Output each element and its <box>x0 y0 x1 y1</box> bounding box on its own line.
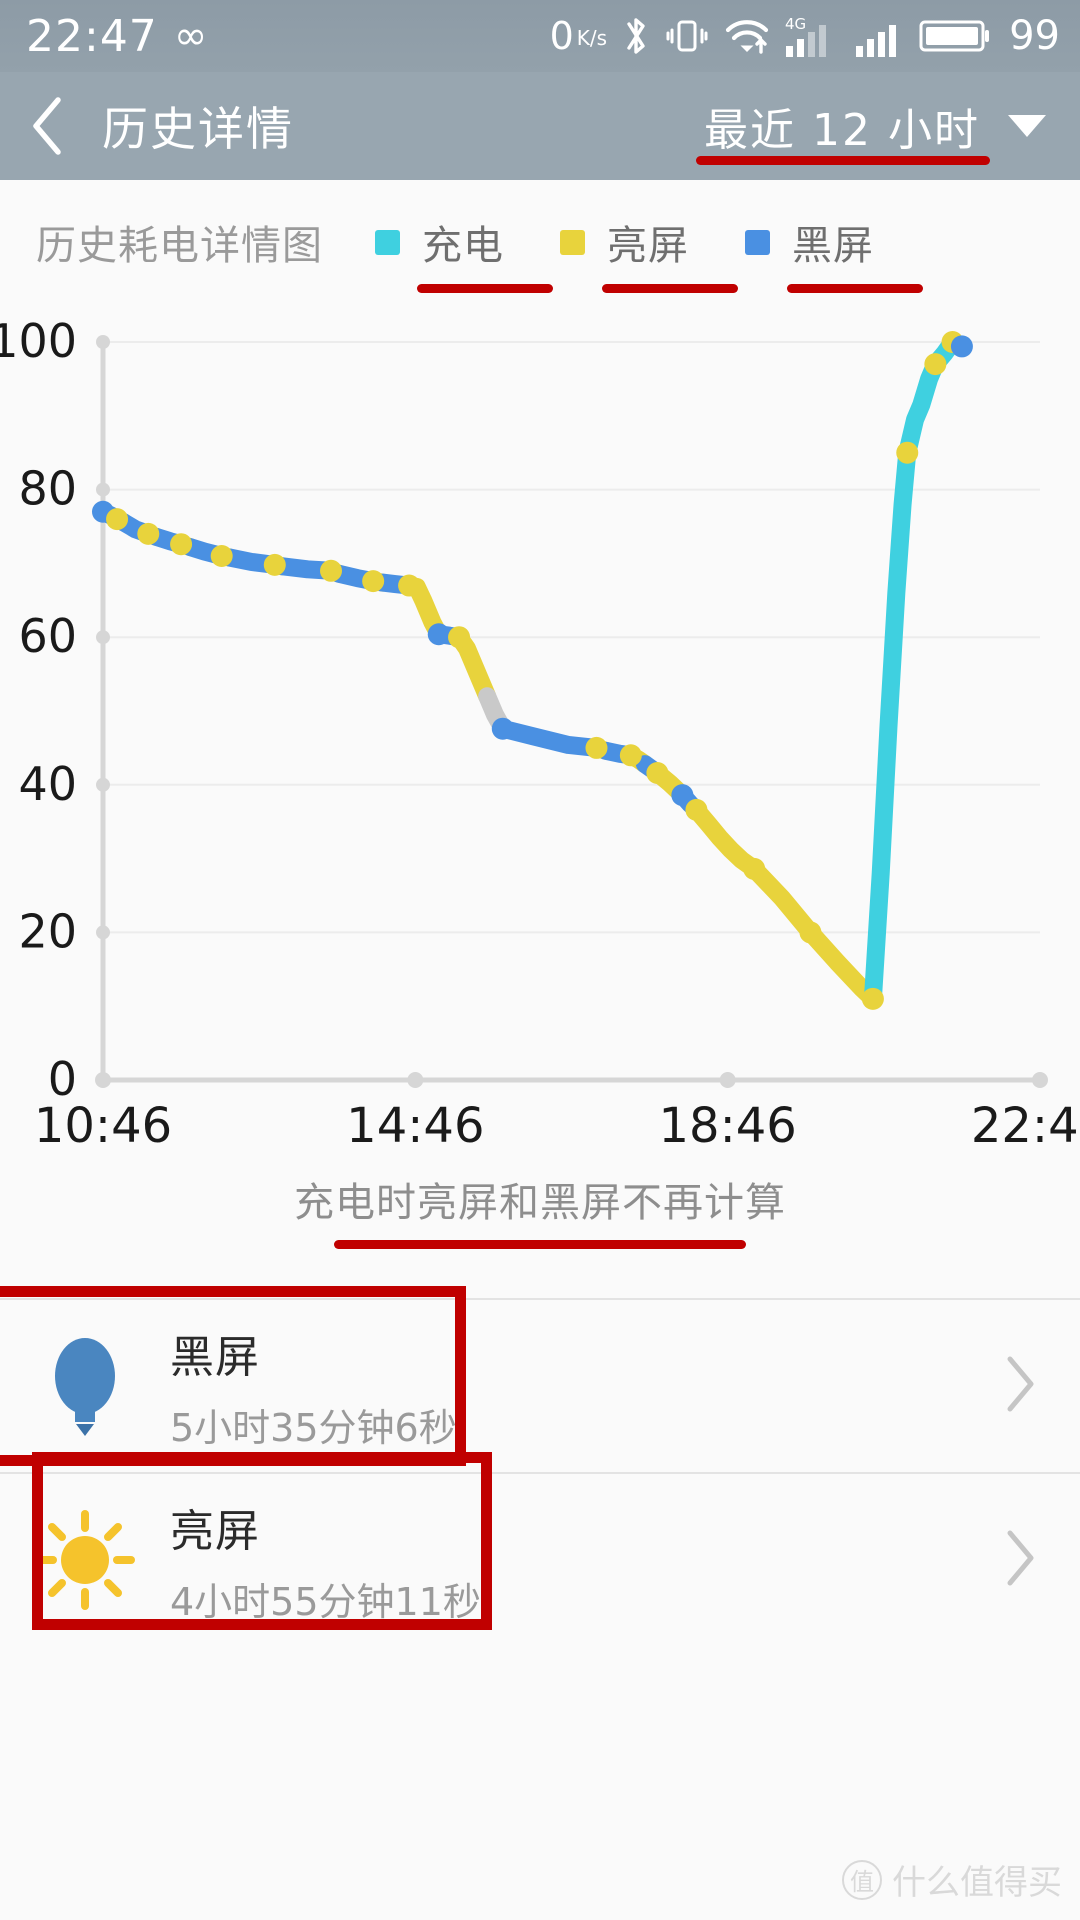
legend-item-charging[interactable]: 充电 <box>375 213 553 293</box>
annotation-underline-charging <box>417 284 553 293</box>
y-axis-tick-label: 80 <box>18 462 77 516</box>
legend-label-screen-off: 黑屏 <box>792 223 874 269</box>
legend-swatch-charging <box>375 229 400 255</box>
chevron-right-icon[interactable] <box>1004 1528 1038 1592</box>
x-axis-tick-label: 10:46 <box>34 1098 172 1154</box>
y-axis-tick-label: 40 <box>18 757 77 811</box>
battery-icon <box>919 16 991 56</box>
x-axis-tick-label: 18:46 <box>659 1098 797 1154</box>
chart-legend: 充电 亮屏 黑屏 <box>375 213 923 293</box>
chart-canvas: 02040608010010:4614:4618:4622:46 <box>0 314 1080 1154</box>
chart-data-point <box>950 335 973 358</box>
x-axis-tick-dot <box>1032 1072 1048 1088</box>
network-speed-indicator: 0 K/s <box>550 14 607 58</box>
battery-history-chart[interactable]: 02040608010010:4614:4618:4622:46 <box>0 300 1080 1160</box>
chart-data-point <box>210 545 233 568</box>
legend-label-screen-on: 亮屏 <box>607 223 689 269</box>
time-range-selector[interactable]: 最近 12 小时 <box>696 94 1046 165</box>
chart-data-point <box>861 987 884 1010</box>
annotation-underline-footnote <box>334 1240 746 1249</box>
wifi-icon <box>723 14 771 58</box>
x-axis-tick-dot <box>407 1072 424 1088</box>
chart-data-point <box>263 553 286 576</box>
chart-data-point <box>448 626 471 649</box>
status-bar-clock: 22:47 <box>26 10 158 62</box>
chart-data-point <box>924 353 947 376</box>
signal-4g-icon: 4G <box>785 13 841 59</box>
chart-data-point <box>896 441 919 464</box>
infinity-icon: ∞ <box>173 13 208 59</box>
watermark-badge: 值 <box>842 1859 882 1900</box>
watermark: 值 什么值得买 <box>842 1855 1062 1904</box>
chart-data-point <box>685 798 708 821</box>
x-axis-tick-label: 14:46 <box>346 1098 484 1154</box>
page-title: 历史详情 <box>102 102 294 156</box>
y-axis-tick-label: 20 <box>18 904 77 958</box>
legend-swatch-screen-off <box>745 229 770 255</box>
annotation-underline-screen-off <box>787 284 923 293</box>
network-speed-unit: K/s <box>576 26 608 50</box>
chevron-right-icon[interactable] <box>1004 1354 1038 1418</box>
chart-data-point <box>398 574 421 597</box>
chevron-down-icon <box>1008 115 1046 137</box>
legend-swatch-screen-on <box>560 229 585 255</box>
legend-label-charging: 充电 <box>422 223 504 269</box>
chart-title: 历史耗电详情图 <box>36 223 323 269</box>
chart-data-point <box>362 570 385 593</box>
annotation-underline-screen-on <box>602 284 738 293</box>
x-axis-tick-dot <box>95 1072 111 1088</box>
y-axis-tick-label: 100 <box>0 314 77 368</box>
chart-data-point <box>106 508 129 531</box>
x-axis-tick-label: 22:46 <box>971 1098 1080 1154</box>
chart-segment-黑屏 <box>493 719 606 757</box>
chart-data-point <box>585 736 608 759</box>
chart-data-point <box>170 533 193 556</box>
chart-data-point <box>799 921 822 944</box>
chart-footnote-text: 充电时亮屏和黑屏不再计算 <box>294 1180 786 1226</box>
chart-data-point <box>320 559 343 582</box>
chart-data-point <box>137 522 160 545</box>
chart-data-point <box>427 623 450 646</box>
x-axis-tick-dot <box>719 1072 736 1088</box>
y-axis-tick-label: 60 <box>18 609 77 663</box>
annotation-underline-range <box>696 156 991 165</box>
chart-data-point <box>743 857 766 880</box>
legend-item-screen-off[interactable]: 黑屏 <box>745 213 923 293</box>
signal-bars-icon <box>855 13 905 59</box>
chart-footnote: 充电时亮屏和黑屏不再计算 <box>0 1170 1080 1249</box>
app-bar: 历史详情 最近 12 小时 <box>0 72 1080 180</box>
back-button[interactable] <box>0 72 96 180</box>
annotation-box-screen-on <box>32 1452 492 1630</box>
chart-segment-亮屏 <box>687 800 764 878</box>
status-bar: 22:47 ∞ 0 K/s 4G 99 <box>0 0 1080 72</box>
chart-header: 历史耗电详情图 充电 亮屏 黑屏 <box>0 180 1080 304</box>
chart-data-point <box>646 761 669 784</box>
network-speed-value: 0 <box>549 14 574 58</box>
battery-percentage: 99 <box>1009 13 1060 59</box>
time-range-label: 最近 12 小时 <box>704 105 980 156</box>
watermark-text: 什么值得买 <box>892 1863 1062 1903</box>
chart-segment-充电 <box>863 443 917 1008</box>
history-detail-screen: 22:47 ∞ 0 K/s 4G 99 历史详情 最近 12 小时 历史耗电详情… <box>0 0 1080 1920</box>
vibrate-icon <box>665 14 709 58</box>
chart-data-point <box>619 744 642 767</box>
back-chevron-icon <box>26 94 70 158</box>
legend-item-screen-on[interactable]: 亮屏 <box>560 213 738 293</box>
svg-text:4G: 4G <box>785 15 806 33</box>
chart-segment-充电 <box>898 355 945 462</box>
bluetooth-icon <box>621 14 651 58</box>
chart-data-point <box>491 717 514 740</box>
annotation-box-screen-off <box>0 1286 466 1466</box>
